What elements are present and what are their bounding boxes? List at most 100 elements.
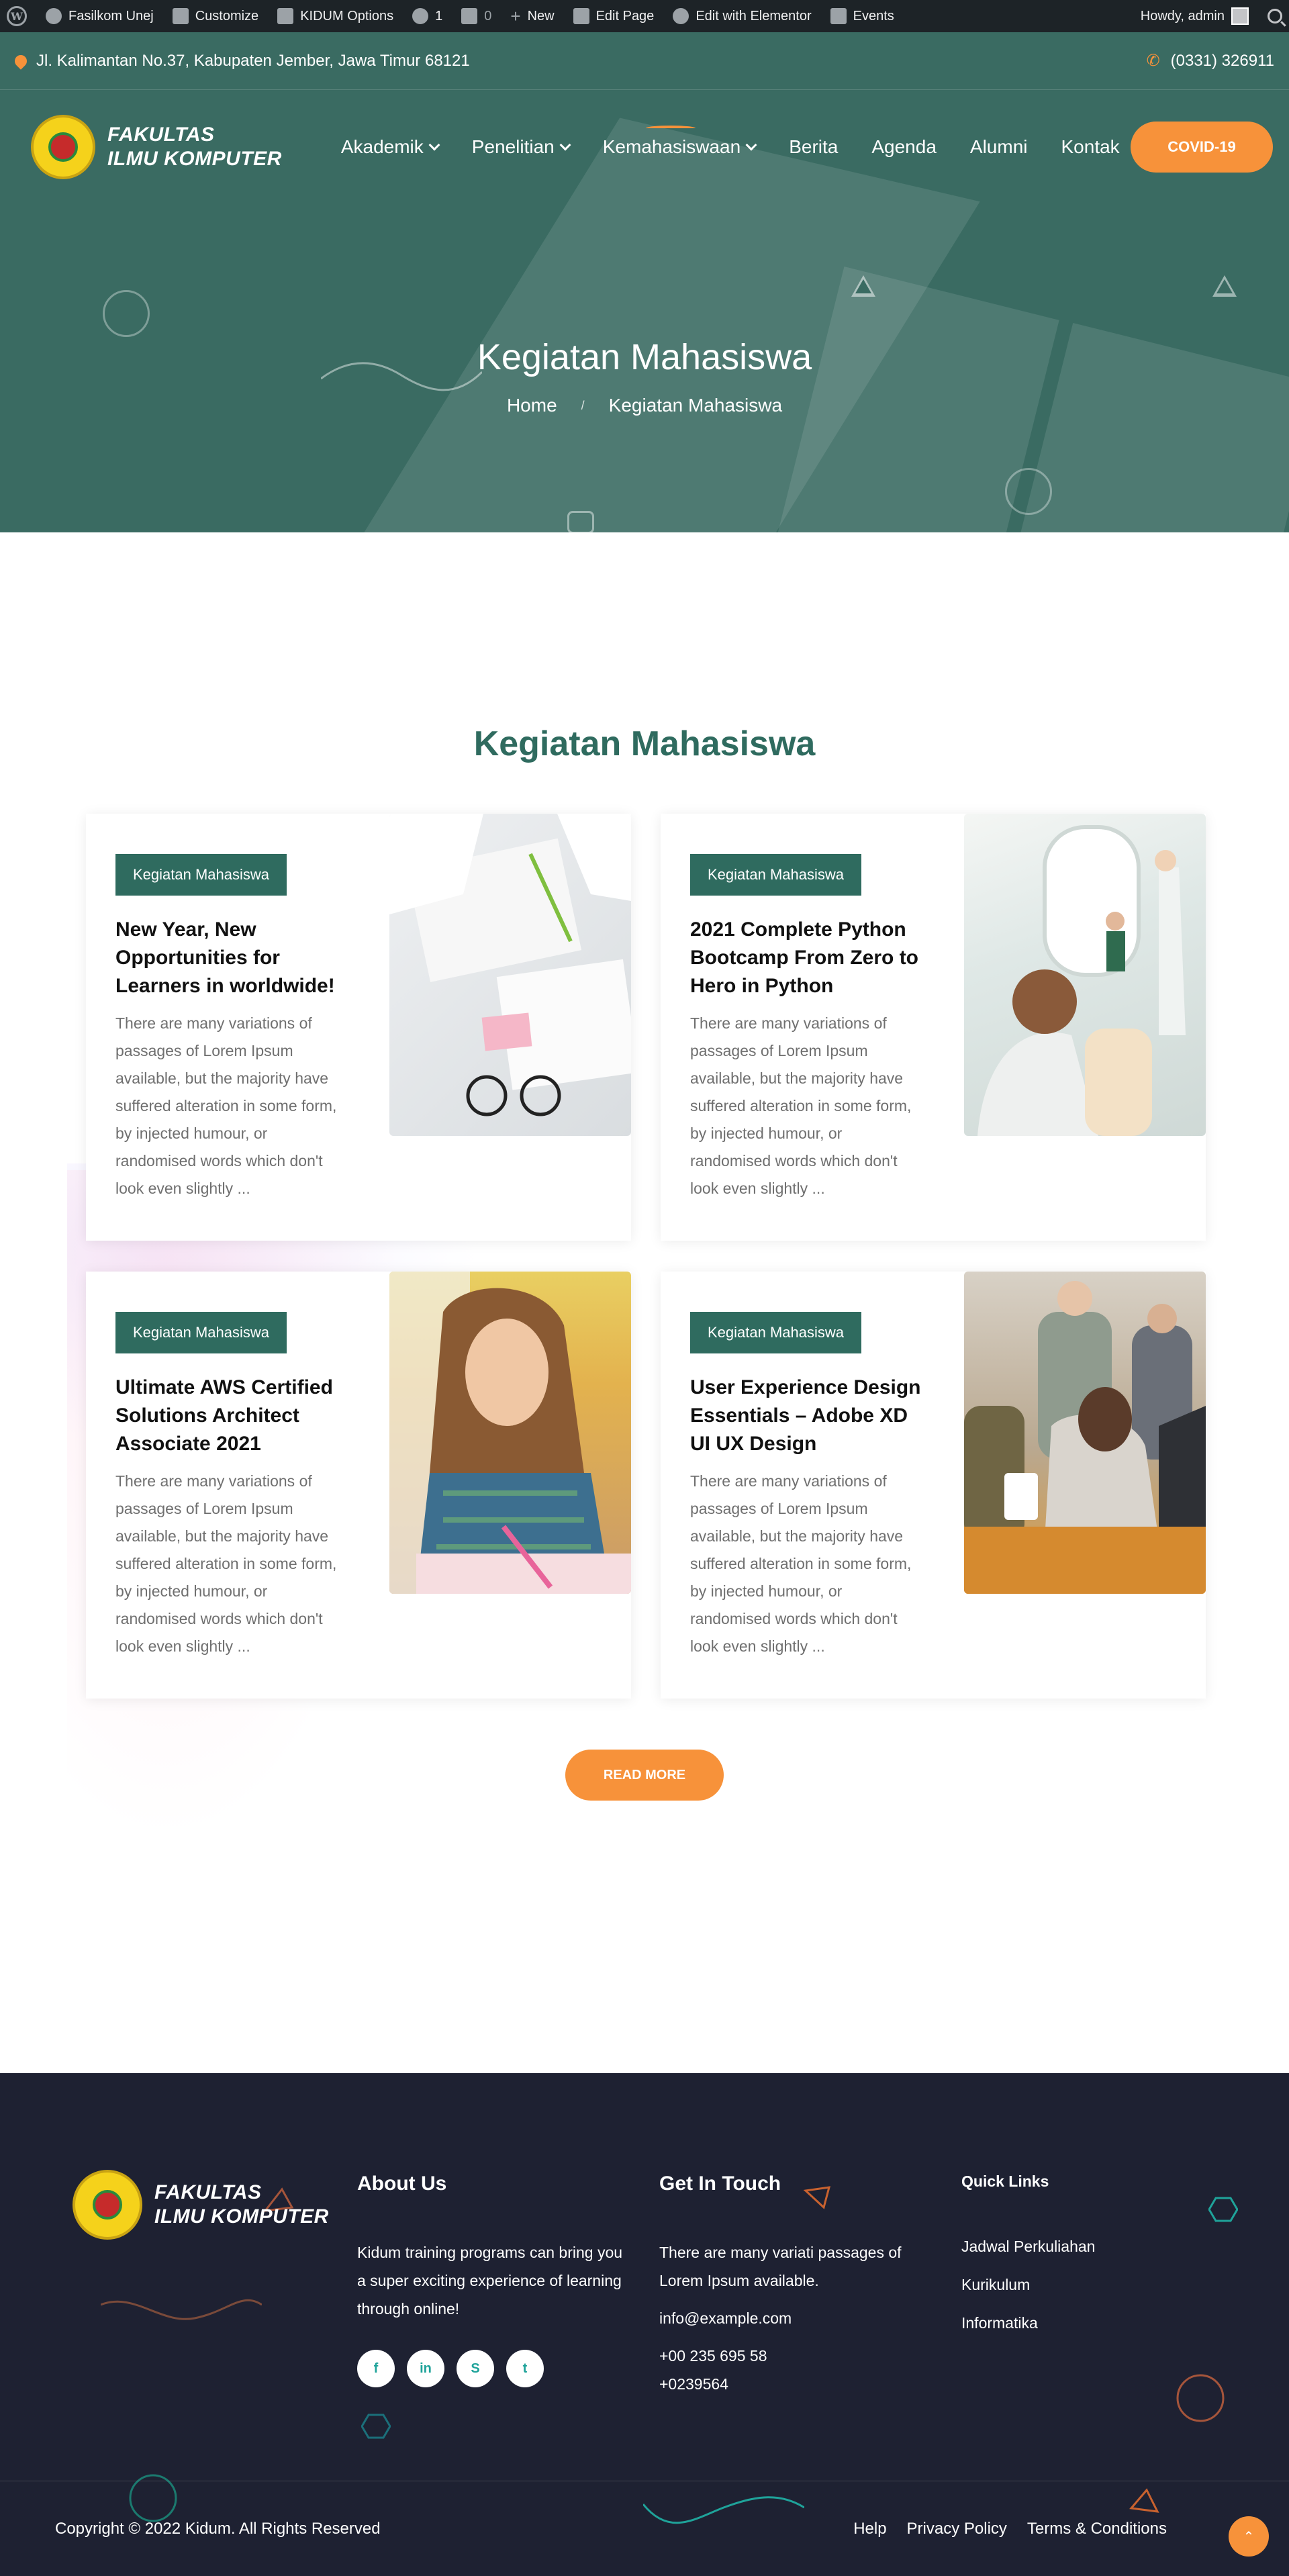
social-links: f in S t — [357, 2350, 626, 2387]
location-pin-icon — [12, 52, 30, 70]
footer-contact: Get In Touch There are many variati pass… — [659, 2173, 928, 2398]
post-card[interactable]: Kegiatan Mahasiswa User Experience Desig… — [661, 1272, 1206, 1699]
footer-about: About Us Kidum training programs can bri… — [357, 2173, 626, 2387]
post-excerpt: There are many variations of passages of… — [115, 1472, 337, 1655]
admin-account-menu[interactable]: Howdy, admin — [1141, 7, 1249, 25]
student-illustration — [389, 1272, 631, 1594]
post-card[interactable]: Kegiatan Mahasiswa New Year, New Opportu… — [86, 814, 631, 1241]
calendar-icon — [830, 8, 847, 24]
post-image[interactable] — [964, 1272, 1206, 1594]
facebook-icon[interactable]: f — [357, 2350, 395, 2387]
nav-item-akademik[interactable]: Akademik — [341, 136, 440, 158]
breadcrumb-separator: / — [581, 398, 585, 412]
post-title[interactable]: 2021 Complete Python Bootcamp From Zero … — [690, 916, 925, 1000]
search-icon[interactable] — [1268, 9, 1282, 23]
chevron-down-icon — [745, 139, 757, 151]
active-indicator — [645, 126, 696, 131]
admin-elementor-link[interactable]: Edit with Elementor — [673, 8, 812, 24]
copyright-text: Copyright © 2022 Kidum. All Rights Reser… — [55, 2519, 381, 2538]
brush-icon — [172, 8, 189, 24]
post-excerpt: There are many variations of passages of… — [115, 1014, 337, 1197]
nav-item-kontak[interactable]: Kontak — [1061, 136, 1120, 158]
post-card[interactable]: Kegiatan Mahasiswa 2021 Complete Python … — [661, 814, 1206, 1241]
linkedin-icon[interactable]: in — [407, 2350, 444, 2387]
decor-triangle — [1212, 275, 1237, 297]
nav-item-berita[interactable]: Berita — [789, 136, 838, 158]
page-hero: Jl. Kalimantan No.37, Kabupaten Jember, … — [0, 32, 1289, 532]
post-image[interactable] — [964, 814, 1206, 1136]
post-card[interactable]: Kegiatan Mahasiswa Ultimate AWS Certifie… — [86, 1272, 631, 1699]
site-logo[interactable]: FAKULTAS ILMU KOMPUTER — [31, 115, 282, 179]
footer-help-link[interactable]: Help — [853, 2520, 886, 2538]
footer-about-text: Kidum training programs can bring you a … — [357, 2244, 623, 2318]
post-excerpt: There are many variations of passages of… — [690, 1014, 912, 1197]
footer-terms-link[interactable]: Terms & Conditions — [1027, 2520, 1167, 2538]
admin-customize-link[interactable]: Customize — [172, 8, 258, 24]
wordpress-logo-icon[interactable]: W — [7, 6, 27, 26]
nav-item-penelitian[interactable]: Penelitian — [472, 136, 571, 158]
nav-item-alumni[interactable]: Alumni — [970, 136, 1028, 158]
breadcrumb-current: Kegiatan Mahasiswa — [608, 395, 783, 416]
phone-icon: ✆ — [1146, 51, 1160, 70]
chevron-down-icon — [428, 139, 440, 151]
top-info-bar: Jl. Kalimantan No.37, Kabupaten Jember, … — [0, 32, 1289, 90]
skype-icon[interactable]: S — [457, 2350, 494, 2387]
category-badge[interactable]: Kegiatan Mahasiswa — [115, 1312, 287, 1353]
admin-new-link[interactable]: + New — [510, 6, 554, 27]
scroll-to-top-icon[interactable]: ⌃ — [1229, 2516, 1269, 2557]
page-title: Kegiatan Mahasiswa — [477, 337, 812, 377]
dashboard-icon — [46, 8, 62, 24]
chevron-down-icon — [559, 139, 571, 151]
breadcrumb-home-link[interactable]: Home — [507, 395, 557, 416]
admin-site-link[interactable]: Fasilkom Unej — [46, 8, 154, 24]
post-title[interactable]: New Year, New Opportunities for Learners… — [115, 916, 350, 1000]
post-image[interactable] — [389, 1272, 631, 1594]
read-more-button[interactable]: READ MORE — [565, 1750, 724, 1801]
footer-link[interactable]: Kurikulum — [961, 2276, 1163, 2294]
category-badge[interactable]: Kegiatan Mahasiswa — [690, 1312, 862, 1353]
post-excerpt: There are many variations of passages of… — [690, 1472, 912, 1655]
post-grid: Kegiatan Mahasiswa New Year, New Opportu… — [86, 814, 1289, 1699]
phone-text[interactable]: (0331) 326911 — [1171, 52, 1274, 70]
twitter-icon[interactable]: t — [506, 2350, 544, 2387]
footer-phone[interactable]: +0239564 — [659, 2370, 928, 2398]
footer-link[interactable]: Jadwal Perkuliahan — [961, 2238, 1163, 2256]
post-image[interactable] — [389, 814, 631, 1136]
footer-phone[interactable]: +00 235 695 58 — [659, 2342, 928, 2370]
folder-icon — [277, 8, 294, 24]
nav-item-kemahasiswaan[interactable]: Kemahasiswaan — [603, 126, 757, 158]
admin-options-link[interactable]: KIDUM Options — [277, 8, 393, 24]
category-badge[interactable]: Kegiatan Mahasiswa — [115, 854, 287, 896]
footer-email[interactable]: info@example.com — [659, 2304, 928, 2332]
section-title: Kegiatan Mahasiswa — [473, 724, 816, 763]
decor-hexagon — [567, 511, 594, 532]
main-navbar: FAKULTAS ILMU KOMPUTER Akademik Peneliti… — [0, 90, 1289, 204]
classroom-illustration — [977, 825, 1186, 1136]
footer-logo[interactable]: FAKULTAS ILMU KOMPUTER — [73, 2170, 329, 2240]
main-content: Kegiatan Mahasiswa Kegiatan Mahasiswa Ne… — [0, 532, 1289, 2073]
nav-item-agenda[interactable]: Agenda — [871, 136, 937, 158]
decor-circle — [103, 290, 150, 337]
admin-edit-page-link[interactable]: Edit Page — [573, 8, 654, 24]
footer-link[interactable]: Informatika — [961, 2314, 1163, 2332]
team-meeting-illustration — [964, 1281, 1206, 1594]
footer-privacy-link[interactable]: Privacy Policy — [907, 2520, 1007, 2538]
admin-events-link[interactable]: Events — [830, 8, 894, 24]
decor-circle — [1005, 468, 1052, 515]
logo-text: FAKULTAS ILMU KOMPUTER — [154, 2181, 329, 2228]
admin-updates-link[interactable]: 1 — [412, 8, 442, 24]
category-badge[interactable]: Kegiatan Mahasiswa — [690, 854, 862, 896]
footer-contact-text: There are many variati passages of Lorem… — [659, 2244, 902, 2289]
footer-quick-links: Quick Links Jadwal Perkuliahan Kurikulum… — [961, 2173, 1163, 2352]
post-title[interactable]: User Experience Design Essentials – Adob… — [690, 1374, 925, 1458]
refresh-icon — [412, 8, 429, 24]
elementor-icon — [673, 8, 689, 24]
post-title[interactable]: Ultimate AWS Certified Solutions Archite… — [115, 1374, 350, 1458]
admin-comments-link[interactable]: 0 — [461, 8, 491, 24]
covid-button[interactable]: COVID-19 — [1131, 122, 1273, 173]
university-seal-icon — [31, 115, 95, 179]
university-seal-icon — [73, 2170, 142, 2240]
footer-heading: Quick Links — [961, 2173, 1049, 2190]
footer-heading: About Us — [357, 2173, 447, 2195]
footer-bottom-bar: Copyright © 2022 Kidum. All Rights Reser… — [0, 2481, 1289, 2576]
